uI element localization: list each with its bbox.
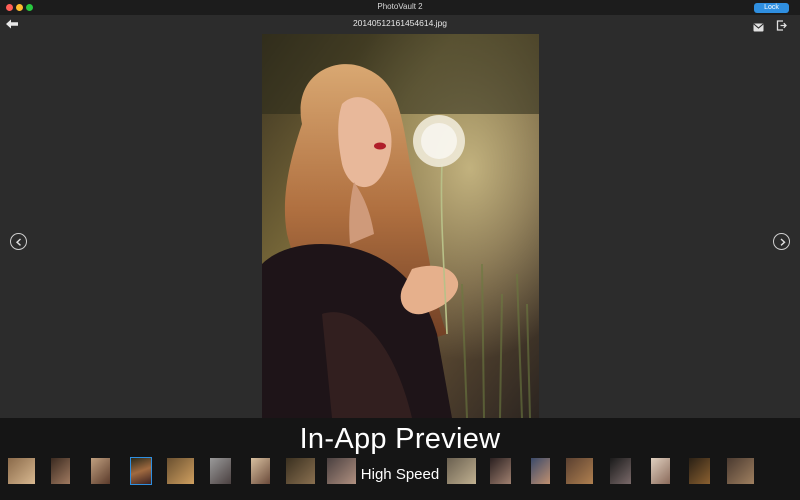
title-bar: PhotoVault 2 Lock [0, 0, 800, 15]
chevron-left-icon [15, 238, 21, 246]
promo-title: In-App Preview [299, 423, 501, 455]
next-photo-button[interactable] [773, 233, 790, 250]
promo-subtitle: High Speed [360, 466, 440, 483]
lock-button[interactable]: Lock [754, 3, 789, 13]
mail-icon[interactable] [753, 19, 764, 32]
export-icon[interactable] [776, 18, 787, 31]
app-title: PhotoVault 2 [377, 2, 423, 11]
viewer-toolbar: 20140512161454614.jpg [0, 15, 800, 33]
chevron-right-icon [780, 238, 786, 246]
main-photo [262, 34, 539, 418]
app-window: PhotoVault 2 Lock 20140512161454614.jpg [0, 0, 800, 500]
file-name: 20140512161454614.jpg [352, 18, 448, 28]
previous-photo-button[interactable] [10, 233, 27, 250]
